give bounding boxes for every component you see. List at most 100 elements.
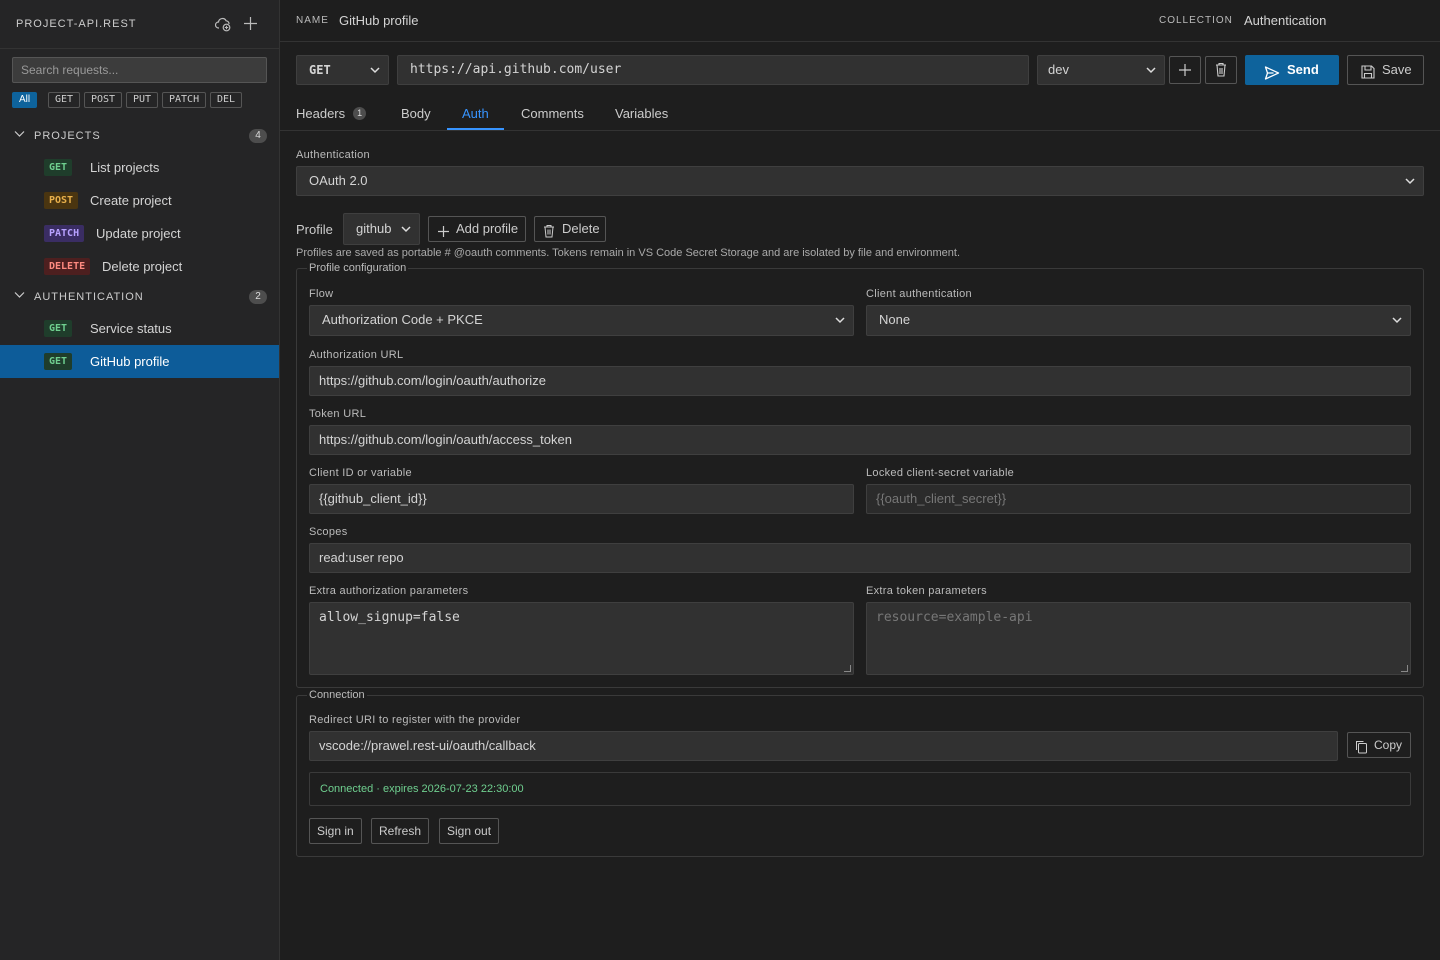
extra-auth-params-label: Extra authorization parameters <box>309 585 469 597</box>
profile-configuration-legend: Profile configuration <box>307 262 409 274</box>
scopes-input[interactable]: read:user repo <box>309 543 1411 573</box>
environment-select[interactable]: dev <box>1037 55 1165 85</box>
flow-value: Authorization Code + PKCE <box>322 312 483 327</box>
sign-in-button[interactable]: Sign in <box>309 818 362 844</box>
plus-icon <box>1170 64 1200 86</box>
chevron-down-icon <box>1405 167 1415 207</box>
client-id-label: Client ID or variable <box>309 467 412 479</box>
name-label: NAME <box>296 15 329 26</box>
profile-select[interactable]: github <box>343 213 420 245</box>
request-item[interactable]: POST Create project <box>0 184 279 217</box>
add-environment-button[interactable] <box>1169 56 1201 84</box>
client-auth-select[interactable]: None <box>866 305 1411 336</box>
filter-all[interactable]: All <box>12 92 38 108</box>
tab-label: Auth <box>462 106 489 121</box>
group-projects[interactable]: PROJECTS 4 <box>0 125 279 147</box>
sign-out-button[interactable]: Sign out <box>439 818 500 844</box>
request-name[interactable]: GitHub profile <box>339 13 418 28</box>
main-panel: NAME GitHub profile COLLECTION Authentic… <box>280 0 1440 960</box>
method-badge: DELETE <box>44 258 91 275</box>
send-icon <box>1264 62 1280 92</box>
auth-url-label: Authorization URL <box>309 349 404 361</box>
chevron-down-icon <box>370 56 380 96</box>
cloud-add-icon[interactable] <box>214 16 232 36</box>
method-badge: GET <box>44 353 73 370</box>
method-badge: POST <box>44 192 79 209</box>
save-button[interactable]: Save <box>1347 55 1424 85</box>
add-profile-button[interactable]: Add profile <box>428 216 526 242</box>
group-label: PROJECTS <box>34 130 101 142</box>
authentication-select[interactable]: OAuth 2.0 <box>296 166 1424 196</box>
tab-label: Body <box>401 106 431 121</box>
send-button[interactable]: Send <box>1245 55 1339 85</box>
tab-count: 1 <box>353 107 367 121</box>
method-value: GET <box>309 63 331 77</box>
add-profile-label: Add profile <box>456 221 519 236</box>
group-label: AUTHENTICATION <box>34 291 144 303</box>
tab-auth[interactable]: Auth <box>447 100 504 130</box>
tab-comments[interactable]: Comments <box>521 100 584 130</box>
tab-label: Variables <box>615 106 669 121</box>
filter-del[interactable]: DEL <box>210 92 243 108</box>
chevron-down-icon <box>835 306 845 346</box>
client-auth-label: Client authentication <box>866 288 972 300</box>
client-id-input[interactable]: {{github_client_id}} <box>309 484 854 514</box>
authentication-value: OAuth 2.0 <box>309 173 368 188</box>
chevron-down-icon <box>1146 56 1156 96</box>
extra-auth-params-textarea[interactable]: allow_signup=false <box>309 602 854 675</box>
collection-name[interactable]: Authentication <box>1244 13 1326 28</box>
tab-body[interactable]: Body <box>401 100 431 130</box>
filter-put[interactable]: PUT <box>126 92 159 108</box>
delete-environment-button[interactable] <box>1205 56 1237 84</box>
tab-variables[interactable]: Variables <box>615 100 668 130</box>
search-input[interactable]: Search requests... <box>12 57 267 83</box>
delete-profile-button[interactable]: Delete <box>534 216 606 242</box>
client-secret-input[interactable]: {{oauth_client_secret}} <box>866 484 1411 514</box>
method-select[interactable]: GET <box>296 55 389 85</box>
group-count: 2 <box>249 290 267 304</box>
request-label: Service status <box>90 321 172 336</box>
connection-status: Connected · expires 2026-07-23 22:30:00 <box>320 783 524 795</box>
filter-get[interactable]: GET <box>48 92 81 108</box>
chevron-down-icon <box>14 125 25 147</box>
resize-handle[interactable] <box>844 665 851 672</box>
extra-token-params-textarea[interactable]: resource=example-api <box>866 602 1411 675</box>
plus-icon[interactable] <box>243 16 258 35</box>
profile-label: Profile <box>296 222 333 237</box>
method-badge: PATCH <box>44 225 85 242</box>
resize-handle[interactable] <box>1401 665 1408 672</box>
token-url-input[interactable]: https://github.com/login/oauth/access_to… <box>309 425 1411 455</box>
flow-label: Flow <box>309 288 334 300</box>
plus-icon <box>437 222 450 246</box>
auth-url-input[interactable]: https://github.com/login/oauth/authorize <box>309 366 1411 396</box>
environment-value: dev <box>1048 62 1069 77</box>
tab-headers[interactable]: Headers 1 <box>296 100 367 130</box>
redirect-uri-input[interactable]: vscode://prawel.rest-ui/oauth/callback <box>309 731 1338 761</box>
connection-status-box: Connected · expires 2026-07-23 22:30:00 <box>309 772 1411 806</box>
filter-patch[interactable]: PATCH <box>162 92 207 108</box>
refresh-button[interactable]: Refresh <box>371 818 430 844</box>
extra-token-params-placeholder: resource=example-api <box>876 610 1033 625</box>
request-label: Create project <box>90 193 172 208</box>
request-item[interactable]: GET List projects <box>0 151 279 184</box>
filter-post[interactable]: POST <box>84 92 123 108</box>
flow-select[interactable]: Authorization Code + PKCE <box>309 305 854 336</box>
url-input[interactable]: https://api.github.com/user <box>397 55 1029 85</box>
save-label: Save <box>1382 62 1412 77</box>
sidebar-divider <box>0 48 279 49</box>
scopes-label: Scopes <box>309 526 348 538</box>
request-item[interactable]: PATCH Update project <box>0 217 279 250</box>
request-item[interactable]: GET Service status <box>0 312 279 345</box>
request-item[interactable]: DELETE Delete project <box>0 250 279 283</box>
project-title: PROJECT-API.REST <box>16 18 137 30</box>
request-label: GitHub profile <box>90 354 170 369</box>
authentication-label: Authentication <box>296 149 370 161</box>
sidebar: PROJECT-API.REST Search requests... All … <box>0 0 280 960</box>
client-auth-value: None <box>879 312 911 327</box>
request-label: List projects <box>90 160 160 175</box>
request-item-selected[interactable]: GET GitHub profile <box>0 345 279 378</box>
copy-button[interactable]: Copy <box>1347 732 1411 758</box>
group-authentication[interactable]: AUTHENTICATION 2 <box>0 286 279 308</box>
chevron-down-icon <box>1392 306 1402 346</box>
tabs-divider <box>280 130 1440 131</box>
